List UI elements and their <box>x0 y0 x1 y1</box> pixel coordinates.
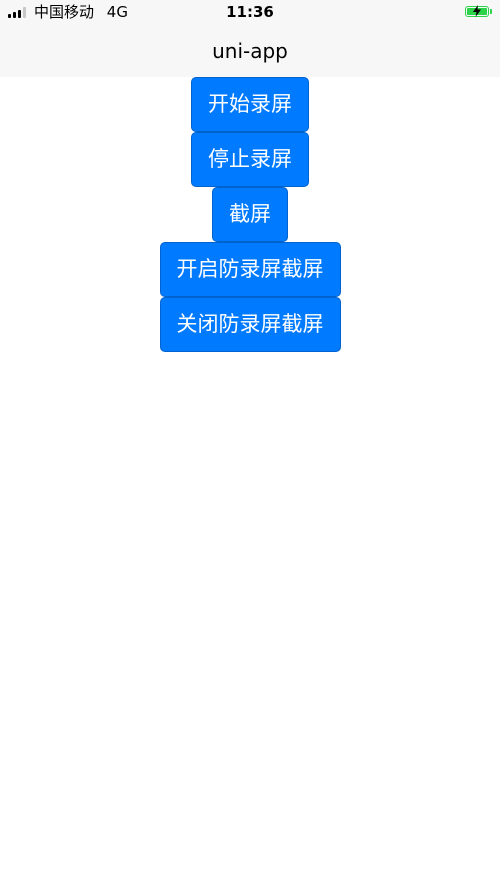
disable-screen-protection-button[interactable]: 关闭防录屏截屏 <box>159 297 341 352</box>
enable-screen-protection-button[interactable]: 开启防录屏截屏 <box>159 242 341 297</box>
navigation-bar: uni-app <box>0 26 500 77</box>
start-recording-button[interactable]: 开始录屏 <box>191 77 309 132</box>
battery-charging-icon <box>465 5 489 17</box>
screenshot-button[interactable]: 截屏 <box>212 187 288 242</box>
status-bar: 中国移动 4G 11:36 <box>0 0 500 26</box>
button-list: 开始录屏 停止录屏 截屏 开启防录屏截屏 关闭防录屏截屏 <box>0 77 500 352</box>
page-title: uni-app <box>212 39 288 63</box>
stop-recording-button[interactable]: 停止录屏 <box>191 132 309 187</box>
battery-cap <box>490 9 492 14</box>
status-time: 11:36 <box>226 3 274 21</box>
